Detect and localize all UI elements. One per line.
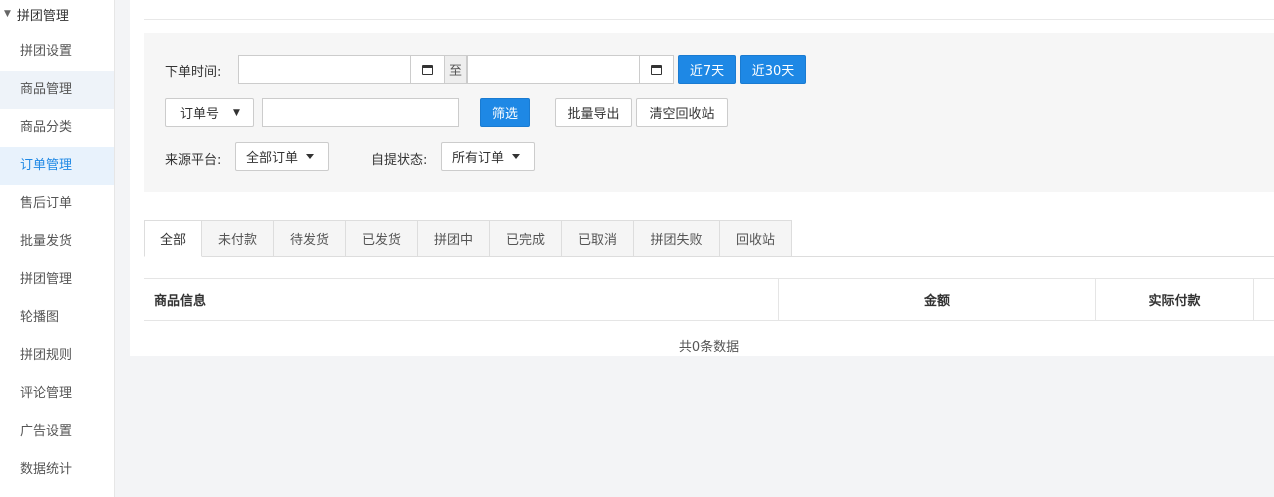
sidebar-item-batch-shipping[interactable]: 批量发货 (0, 223, 114, 261)
header-divider (144, 19, 1274, 20)
calendar-icon (651, 64, 662, 75)
main-panel: 下单时间: 至 近7天 近30天 订单号 ▼ 筛选 批量导出 清空回收站 来源平… (130, 0, 1274, 356)
search-field-select[interactable]: 订单号 ▼ (165, 98, 254, 127)
tab-to-ship[interactable]: 待发货 (274, 220, 346, 257)
tab-completed[interactable]: 已完成 (490, 220, 562, 257)
sidebar-item-statistics[interactable]: 数据统计 (0, 451, 114, 489)
caret-down-icon (306, 154, 315, 159)
last-30-days-button[interactable]: 近30天 (740, 55, 806, 84)
order-status-tabs: 全部 未付款 待发货 已发货 拼团中 已完成 已取消 拼团失败 回收站 (144, 220, 792, 257)
pickup-status-label: 自提状态: (371, 153, 428, 168)
filter-panel: 下单时间: 至 近7天 近30天 订单号 ▼ 筛选 批量导出 清空回收站 来源平… (144, 33, 1274, 192)
column-actual-payment: 实际付款 (1096, 279, 1254, 320)
batch-export-button[interactable]: 批量导出 (555, 98, 632, 127)
clear-recycle-bin-button[interactable]: 清空回收站 (636, 98, 728, 127)
sidebar-group-pintuan[interactable]: ▼ 拼团管理 (0, 0, 114, 28)
order-time-label: 下单时间: (165, 65, 222, 80)
sidebar-item-pintuan-settings[interactable]: 拼团设置 (0, 33, 114, 71)
tab-group-failed[interactable]: 拼团失败 (634, 220, 720, 257)
caret-down-icon: ▼ (233, 107, 240, 118)
search-field-selected: 订单号 (180, 107, 220, 122)
date-start-calendar-button[interactable] (410, 55, 445, 84)
date-end-calendar-button[interactable] (639, 55, 674, 84)
pickup-status-dropdown[interactable]: 所有订单 (441, 142, 535, 171)
order-table-header: 商品信息 金额 实际付款 (144, 278, 1274, 321)
sidebar-item-carousel[interactable]: 轮播图 (0, 299, 114, 337)
date-start-input[interactable] (238, 55, 411, 84)
table-empty-state: 共0条数据 (678, 340, 740, 355)
sidebar: ▼ 拼团管理 拼团设置 商品管理 商品分类 订单管理 售后订单 批量发货 拼团管… (0, 0, 115, 497)
source-platform-dropdown[interactable]: 全部订单 (235, 142, 329, 171)
filter-button[interactable]: 筛选 (480, 98, 530, 127)
sidebar-item-after-sale[interactable]: 售后订单 (0, 185, 114, 223)
sidebar-item-pintuan-rules[interactable]: 拼团规则 (0, 337, 114, 375)
caret-down-icon: ▼ (4, 9, 11, 19)
tab-unpaid[interactable]: 未付款 (202, 220, 274, 257)
date-separator: 至 (444, 55, 467, 84)
tab-grouping[interactable]: 拼团中 (418, 220, 490, 257)
source-platform-selected: 全部订单 (246, 151, 299, 166)
sidebar-item-pintuan-management[interactable]: 拼团管理 (0, 261, 114, 299)
sidebar-item-review-management[interactable]: 评论管理 (0, 375, 114, 413)
tab-recycle-bin[interactable]: 回收站 (720, 220, 792, 257)
sidebar-item-product-category[interactable]: 商品分类 (0, 109, 114, 147)
calendar-icon (422, 64, 433, 75)
tab-shipped[interactable]: 已发货 (346, 220, 418, 257)
column-product-info: 商品信息 (144, 279, 779, 320)
pickup-status-selected: 所有订单 (452, 151, 505, 166)
date-end-input[interactable] (467, 55, 640, 84)
sidebar-item-ad-settings[interactable]: 广告设置 (0, 413, 114, 451)
sidebar-group-label: 拼团管理 (16, 8, 69, 24)
sidebar-item-order-management[interactable]: 订单管理 (0, 147, 114, 185)
tab-all[interactable]: 全部 (144, 220, 202, 257)
caret-down-icon (512, 154, 521, 159)
source-platform-label: 来源平台: (165, 153, 222, 168)
search-value-input[interactable] (262, 98, 459, 127)
last-7-days-button[interactable]: 近7天 (678, 55, 736, 84)
sidebar-item-product-management[interactable]: 商品管理 (0, 71, 114, 109)
column-amount: 金额 (779, 279, 1096, 320)
tab-cancelled[interactable]: 已取消 (562, 220, 634, 257)
